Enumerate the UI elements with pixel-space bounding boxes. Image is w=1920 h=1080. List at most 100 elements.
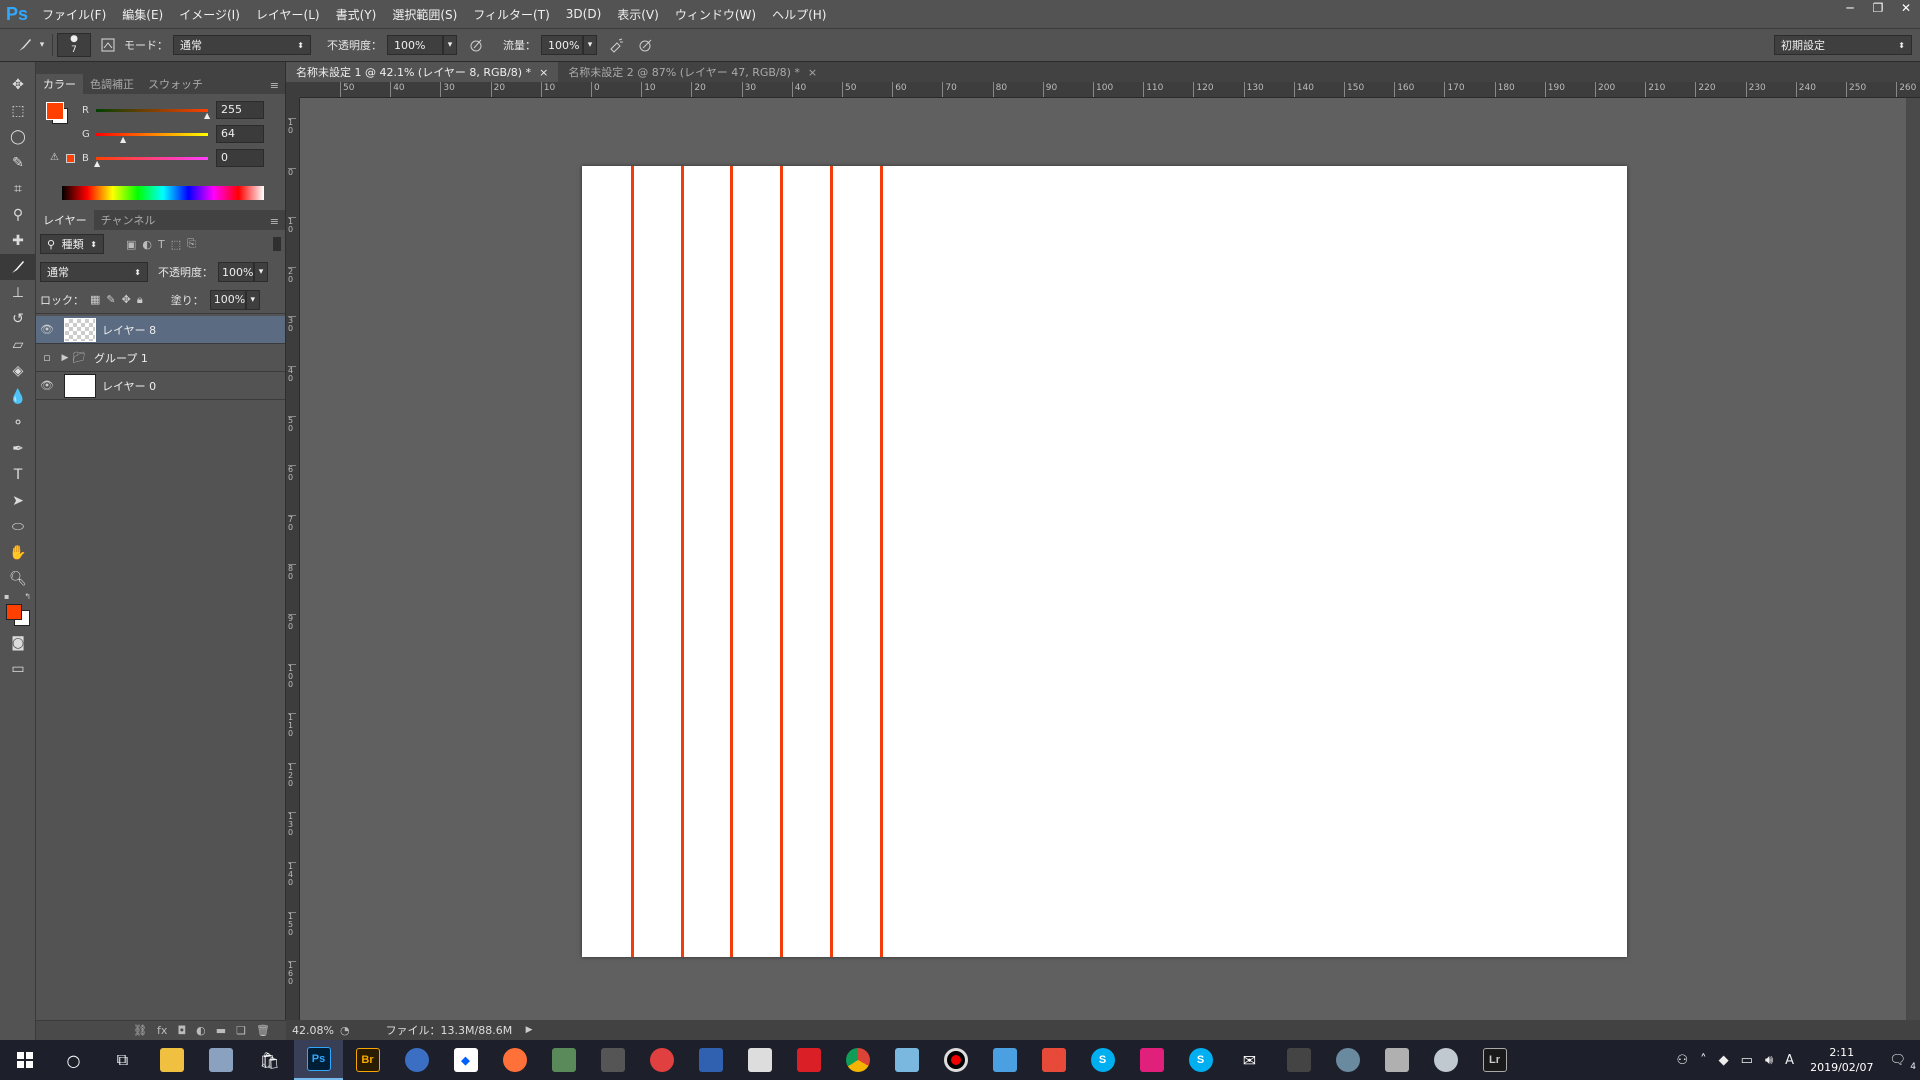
layer-name[interactable]: グループ 1: [94, 350, 148, 366]
lock-all-icon[interactable]: 🔒︎: [137, 293, 143, 307]
eraser-tool-icon[interactable]: ▱: [0, 332, 36, 358]
app-icon[interactable]: [686, 1040, 735, 1080]
layer-opacity-dropdown-icon[interactable]: ▾: [254, 262, 268, 282]
menu-select[interactable]: 選択範囲(S): [384, 6, 465, 23]
record-icon[interactable]: [931, 1040, 980, 1080]
gamut-color-chip[interactable]: [66, 154, 75, 163]
layer-mask-icon[interactable]: ◘: [177, 1024, 186, 1037]
tab-layers[interactable]: レイヤー: [36, 210, 94, 230]
expand-arrow-icon[interactable]: ▶: [58, 353, 72, 363]
new-layer-icon[interactable]: ❏: [236, 1024, 246, 1037]
menu-window[interactable]: ウィンドウ(W): [667, 6, 764, 23]
green-slider-handle-icon[interactable]: ▲: [120, 135, 126, 144]
vertical-scrollbar[interactable]: [1906, 98, 1920, 1020]
app-icon[interactable]: [196, 1040, 245, 1080]
marquee-tool-icon[interactable]: ⬚: [0, 98, 36, 124]
globe-icon[interactable]: [392, 1040, 441, 1080]
lock-transparent-icon[interactable]: ▦: [90, 293, 100, 306]
new-group-icon[interactable]: ▬: [216, 1024, 226, 1037]
move-tool-icon[interactable]: ✥: [0, 72, 36, 98]
brush-tool-preset-icon[interactable]: [14, 34, 36, 56]
delete-layer-icon[interactable]: 🗑︎: [256, 1024, 270, 1037]
dropbox-tray-icon[interactable]: ◆: [1713, 1053, 1735, 1068]
fg-color-chip[interactable]: [46, 102, 64, 120]
document-tab[interactable]: 名称未設定 1 @ 42.1% (レイヤー 8, RGB/8) * ×: [286, 62, 559, 82]
path-select-tool-icon[interactable]: ➤: [0, 488, 36, 514]
foreground-color-swatch[interactable]: [6, 604, 22, 620]
tab-channels[interactable]: チャンネル: [94, 210, 163, 230]
clock[interactable]: 2:11 2019/02/07: [1800, 1045, 1883, 1075]
photoshop-taskbar-icon[interactable]: Ps: [294, 1040, 343, 1080]
notification-center-icon[interactable]: 🗨︎ 4: [1883, 1053, 1920, 1072]
show-hidden-icons-icon[interactable]: ˄: [1694, 1053, 1713, 1068]
shape-tool-icon[interactable]: ⬭: [0, 514, 36, 540]
horizontal-ruler[interactable]: 50 40 30 20 10 0 10 20 30 40 50 60 70 80 90 100 110 120 13…: [300, 82, 1920, 98]
tools-panel-grip[interactable]: [0, 62, 35, 72]
workspace-select[interactable]: 初期設定 ⬍: [1774, 35, 1912, 55]
airbrush-icon[interactable]: [605, 34, 627, 56]
store-icon[interactable]: 🛍︎: [245, 1040, 294, 1080]
creative-cloud-icon[interactable]: [784, 1040, 833, 1080]
quick-mask-icon[interactable]: ◙: [0, 630, 36, 656]
eyedropper-tool-icon[interactable]: ⚲: [0, 202, 36, 228]
link-layers-icon[interactable]: ⛓: [133, 1024, 147, 1037]
skype-icon[interactable]: S: [1078, 1040, 1127, 1080]
app-icon[interactable]: [1323, 1040, 1372, 1080]
tab-swatches[interactable]: スウォッチ: [141, 74, 210, 94]
pen-tool-icon[interactable]: ✒: [0, 436, 36, 462]
dropbox-icon[interactable]: ◆: [441, 1040, 490, 1080]
app-icon[interactable]: [882, 1040, 931, 1080]
layer-name[interactable]: レイヤー 8: [102, 322, 156, 338]
dodge-tool-icon[interactable]: ⚬: [0, 410, 36, 436]
screen-mode-icon[interactable]: ▭: [0, 656, 36, 682]
blue-slider[interactable]: ▲: [94, 156, 208, 168]
type-tool-icon[interactable]: T: [0, 462, 36, 488]
document-tab[interactable]: 名称未設定 2 @ 87% (レイヤー 47, RGB/8) * ×: [558, 62, 827, 82]
task-view-icon[interactable]: ⧉: [98, 1040, 147, 1080]
blue-slider-handle-icon[interactable]: ▲: [94, 159, 100, 168]
visibility-off-box[interactable]: ▫: [36, 351, 58, 364]
clone-stamp-tool-icon[interactable]: ⊥: [0, 280, 36, 306]
app-icon[interactable]: [1372, 1040, 1421, 1080]
type-filter-icon[interactable]: T: [158, 238, 165, 251]
firefox-icon[interactable]: [490, 1040, 539, 1080]
layer-row[interactable]: ▫ ▶ 📁︎ グループ 1: [36, 344, 285, 372]
app-icon[interactable]: [588, 1040, 637, 1080]
menu-edit[interactable]: 編集(E): [114, 6, 171, 23]
skype-icon[interactable]: S: [1176, 1040, 1225, 1080]
crop-tool-icon[interactable]: ⌗: [0, 176, 36, 202]
color-ramp[interactable]: [62, 186, 264, 200]
status-info-icon[interactable]: ◔: [340, 1024, 350, 1037]
brush-size-picker[interactable]: ● 7: [57, 33, 91, 57]
layer-row[interactable]: 👁︎ レイヤー 0: [36, 372, 285, 400]
pixel-filter-icon[interactable]: ▣: [126, 238, 136, 251]
layer-name[interactable]: レイヤー 0: [102, 378, 156, 394]
mail-icon[interactable]: ✉: [1225, 1040, 1274, 1080]
lightroom-taskbar-icon[interactable]: Lr: [1470, 1040, 1519, 1080]
adjustment-filter-icon[interactable]: ◐: [142, 238, 152, 251]
healing-brush-tool-icon[interactable]: ✚: [0, 228, 36, 254]
menu-view[interactable]: 表示(V): [609, 6, 667, 23]
lasso-tool-icon[interactable]: ◯: [0, 124, 36, 150]
red-input[interactable]: 255: [216, 101, 264, 119]
chrome-icon[interactable]: [833, 1040, 882, 1080]
layer-kind-filter[interactable]: ⚲ 種類 ⬍: [40, 234, 104, 254]
app-icon[interactable]: [1127, 1040, 1176, 1080]
bridge-taskbar-icon[interactable]: Br: [343, 1040, 392, 1080]
zoom-level[interactable]: 42.08%: [286, 1024, 340, 1037]
menu-3d[interactable]: 3D(D): [558, 7, 609, 21]
panel-menu-icon[interactable]: ≡: [264, 213, 285, 230]
restore-button[interactable]: ❐: [1864, 0, 1892, 18]
zoom-tool-icon[interactable]: 🔍︎: [0, 566, 36, 592]
app-icon[interactable]: [1029, 1040, 1078, 1080]
opacity-input[interactable]: 100%: [387, 35, 443, 55]
menu-file[interactable]: ファイル(F): [34, 6, 114, 23]
green-input[interactable]: 64: [216, 125, 264, 143]
red-slider[interactable]: ▲: [96, 108, 210, 120]
panel-menu-icon[interactable]: ≡: [264, 77, 285, 94]
layer-blend-mode-select[interactable]: 通常 ⬍: [40, 262, 148, 282]
app-icon[interactable]: [735, 1040, 784, 1080]
lock-pixels-icon[interactable]: ✎: [106, 293, 115, 306]
green-slider[interactable]: ▲: [96, 132, 208, 144]
close-tab-icon[interactable]: ×: [808, 66, 817, 79]
